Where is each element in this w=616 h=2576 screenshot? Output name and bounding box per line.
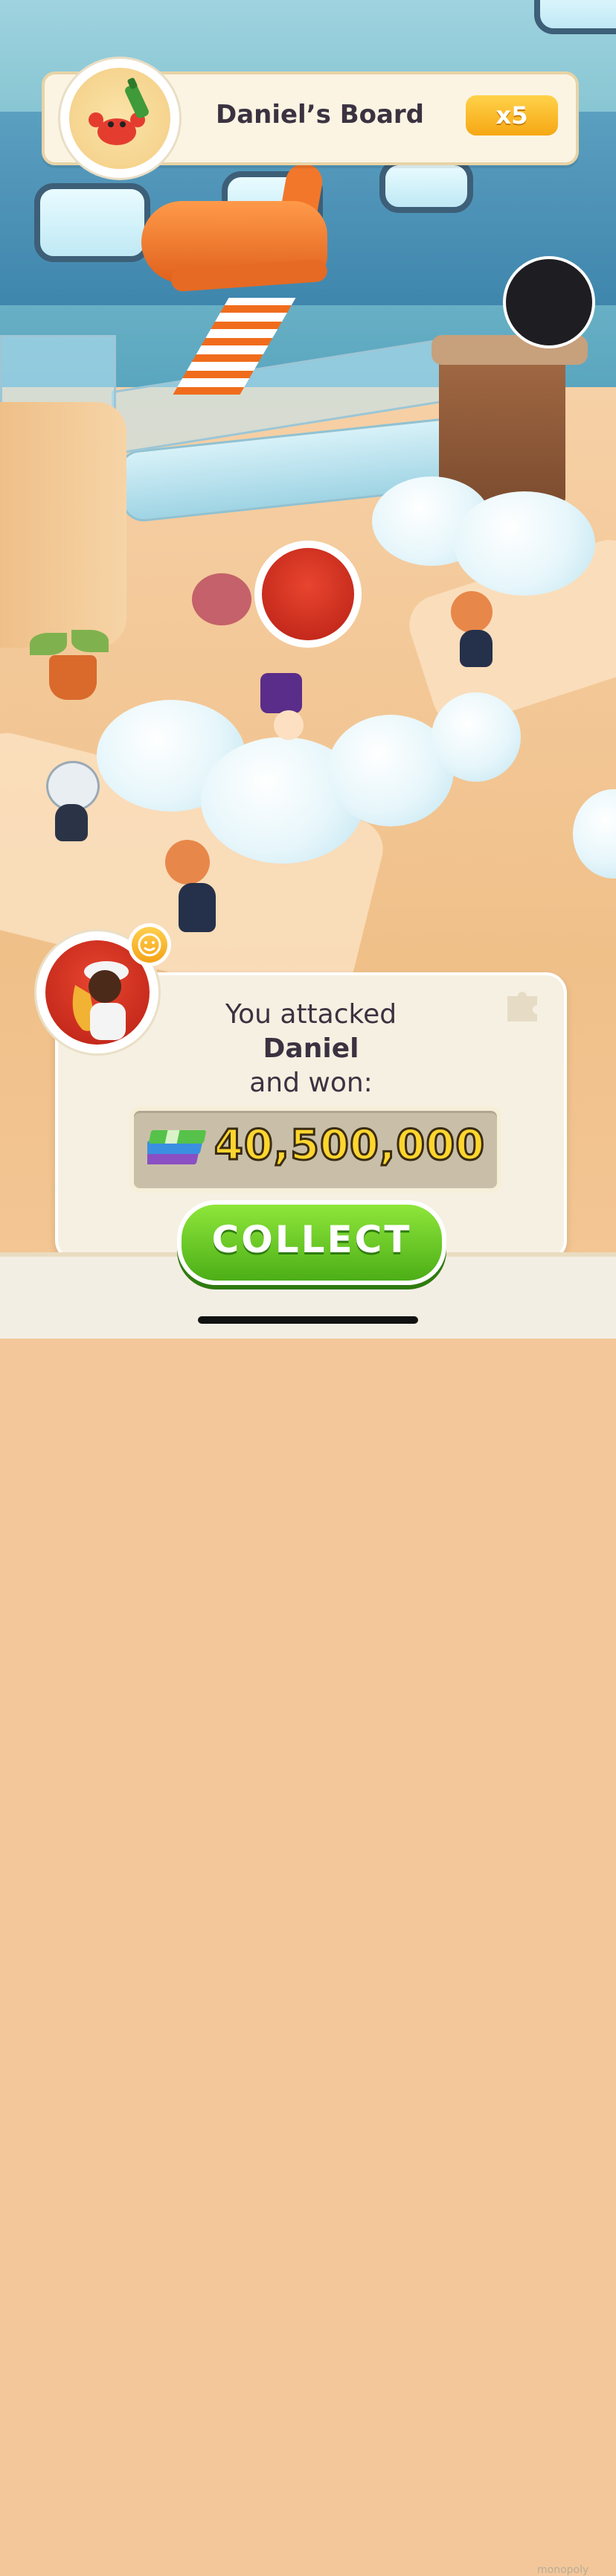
board-title: Daniel’s Board xyxy=(215,100,425,130)
fruit-hat-character xyxy=(192,573,251,625)
player-photo-avatar[interactable] xyxy=(503,256,595,348)
tycoon-head xyxy=(274,710,304,740)
plant-leaf xyxy=(71,630,109,652)
board-avatar xyxy=(58,57,182,180)
home-indicator[interactable] xyxy=(198,1316,418,1324)
reward-box: 40,500,000 xyxy=(129,1106,501,1193)
character-body xyxy=(460,630,493,667)
character-body xyxy=(179,883,216,932)
cash-stack-icon xyxy=(141,1121,208,1176)
wall-window xyxy=(534,0,616,34)
emote-button[interactable] xyxy=(128,923,171,966)
crab-with-bottle-icon xyxy=(69,68,170,169)
smoke-cloud xyxy=(431,692,521,782)
collect-button[interactable]: COLLECT xyxy=(177,1200,446,1285)
watermark: monopoly xyxy=(537,2564,589,2576)
saxophone-player-avatar[interactable] xyxy=(254,541,362,648)
tycoon-top-hat xyxy=(260,673,302,713)
plant-leaf xyxy=(30,633,67,655)
character-head xyxy=(451,591,493,633)
smoke-cloud xyxy=(454,491,595,596)
wall-window xyxy=(379,159,473,213)
character-head xyxy=(165,840,210,884)
smiley-plus-icon xyxy=(132,927,167,963)
wall-pillar xyxy=(0,402,126,648)
result-line-3: and won: xyxy=(249,1068,373,1098)
wall-window xyxy=(34,183,150,262)
reward-amount: 40,500,000 xyxy=(213,1120,486,1171)
plant-pot xyxy=(49,655,97,700)
robot-body xyxy=(55,804,88,841)
multiplier-badge[interactable]: x5 xyxy=(466,95,558,136)
collect-button-label: COLLECT xyxy=(211,1218,412,1261)
